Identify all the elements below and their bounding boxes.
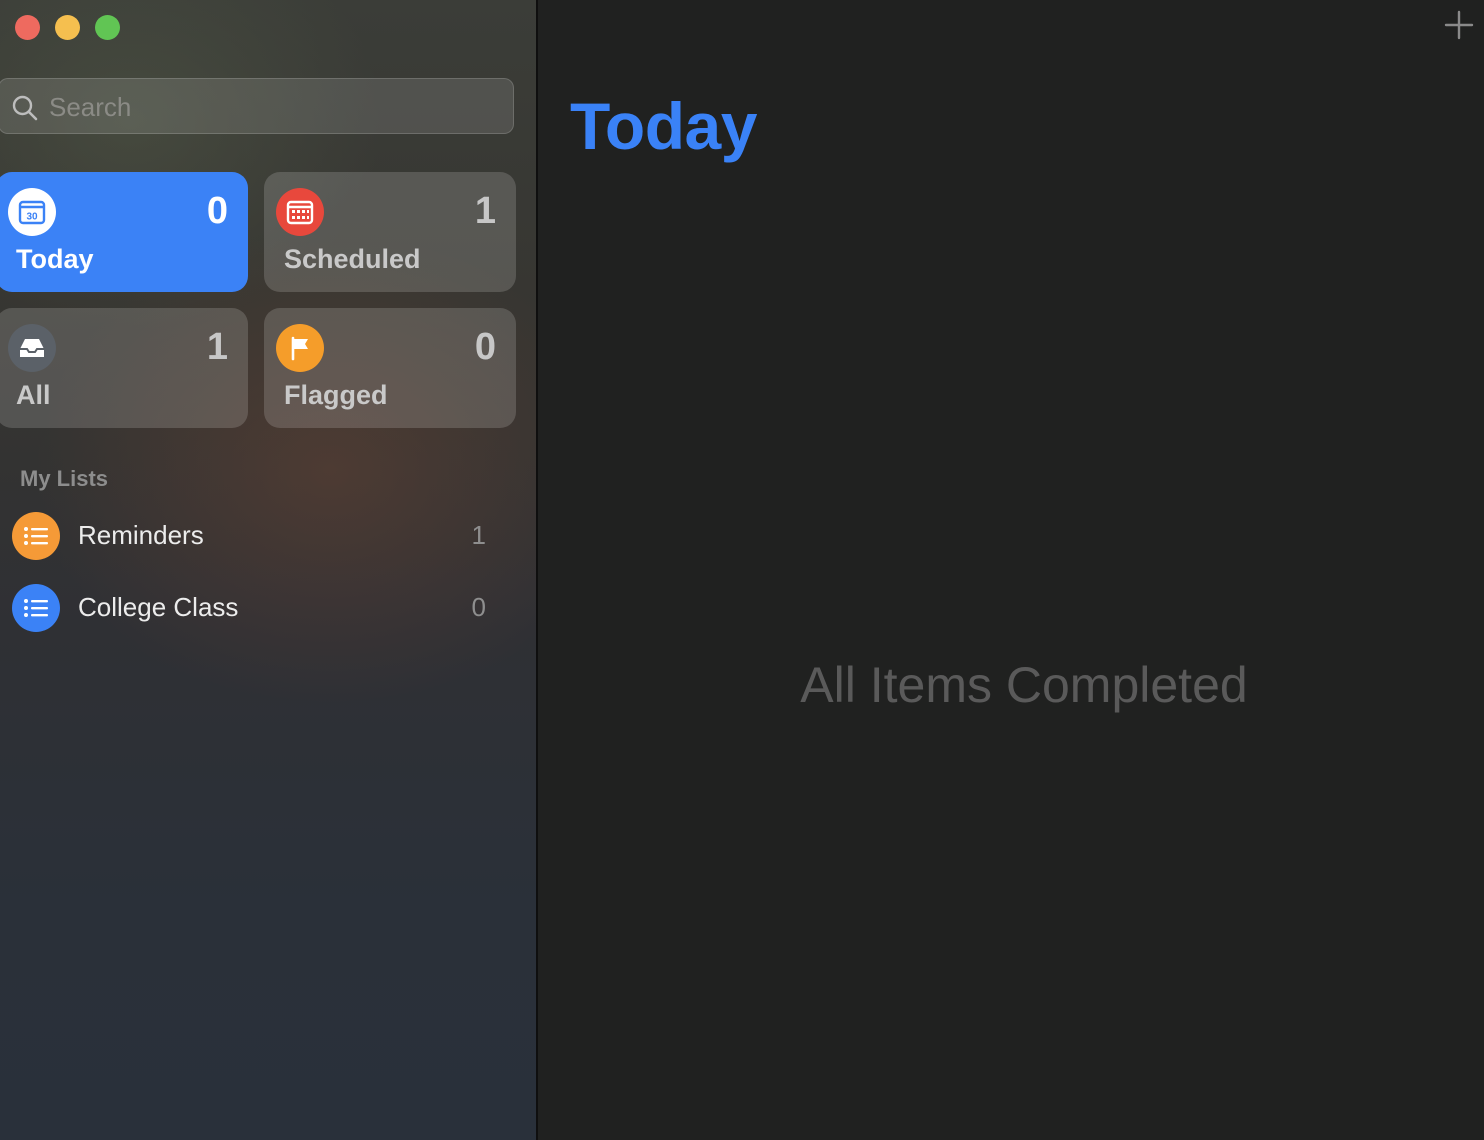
main-content: Today All Items Completed [538, 0, 1484, 1140]
smart-list-all[interactable]: 1 All [0, 308, 248, 428]
sidebar: 30 0 Today 1 Schedule [0, 0, 536, 1140]
page-title: Today [570, 89, 757, 163]
search-field[interactable] [0, 78, 514, 134]
flag-icon [276, 324, 324, 372]
reminders-window: 30 0 Today 1 Schedule [0, 0, 1484, 1140]
smart-list-scheduled[interactable]: 1 Scheduled [264, 172, 516, 292]
list-name: Reminders [78, 520, 204, 550]
plus-icon[interactable] [1444, 10, 1474, 40]
tray-icon [8, 324, 56, 372]
search-icon [12, 95, 38, 121]
window-close-button[interactable] [15, 15, 40, 40]
list-name: College Class [78, 592, 239, 622]
list-bullet-icon [12, 512, 60, 560]
today-count: 0 [206, 190, 228, 232]
all-label: All [16, 380, 51, 410]
today-label: Today [16, 244, 94, 274]
window-zoom-button[interactable] [95, 15, 120, 40]
svg-text:30: 30 [26, 212, 38, 223]
list-bullet-icon [12, 584, 60, 632]
list-item-reminders[interactable]: Reminders 1 [0, 506, 520, 566]
list-count: 1 [471, 520, 486, 550]
list-item-college-class[interactable]: College Class 0 [0, 578, 520, 638]
calendar-icon: 30 [8, 188, 56, 236]
flagged-count: 0 [474, 326, 496, 368]
scheduled-label: Scheduled [284, 244, 421, 274]
empty-state-message: All Items Completed [800, 657, 1248, 713]
smart-list-flagged[interactable]: 0 Flagged [264, 308, 516, 428]
scheduled-count: 1 [474, 190, 496, 232]
all-count: 1 [206, 326, 228, 368]
my-lists-heading: My Lists [20, 466, 109, 491]
flagged-label: Flagged [284, 380, 388, 410]
smart-list-today[interactable]: 30 0 Today [0, 172, 248, 292]
calendar-grid-icon [276, 188, 324, 236]
search-input[interactable] [49, 89, 489, 125]
list-count: 0 [471, 592, 486, 622]
window-minimize-button[interactable] [55, 15, 80, 40]
